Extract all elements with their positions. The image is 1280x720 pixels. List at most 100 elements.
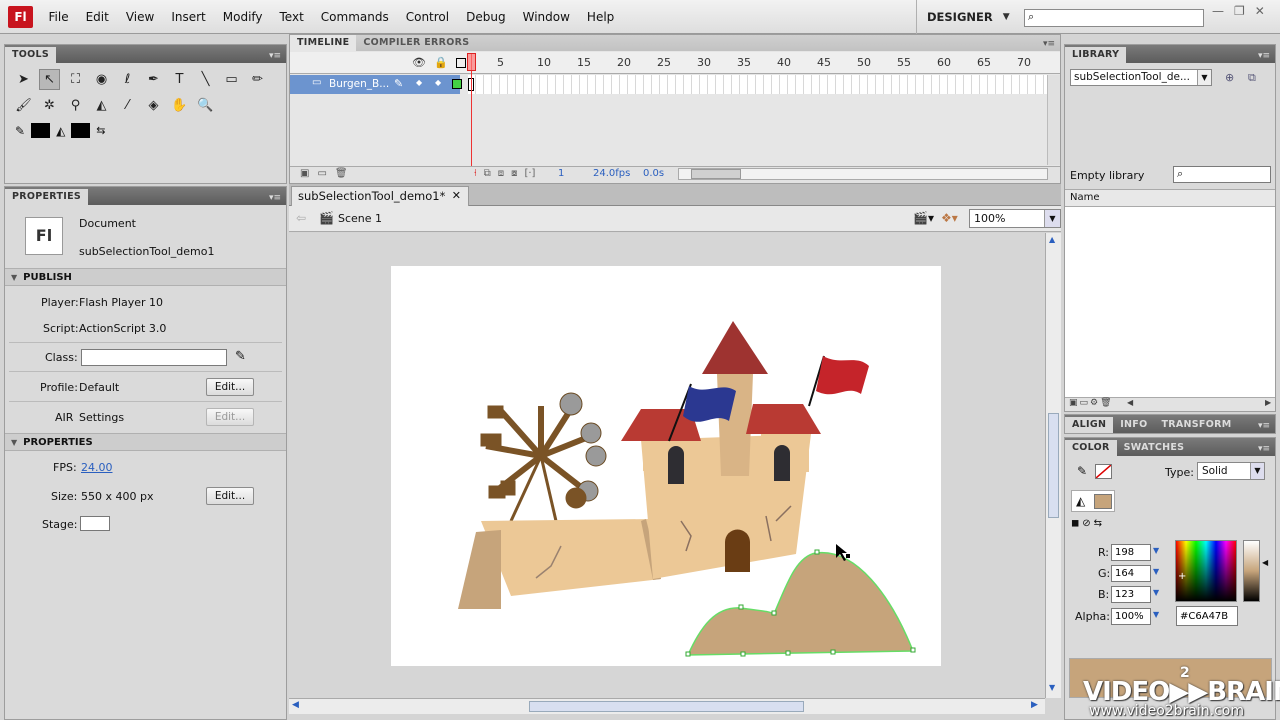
profile-edit-button[interactable]: Edit... bbox=[206, 378, 254, 396]
scene-label[interactable]: Scene 1 bbox=[338, 212, 382, 225]
castle-artwork[interactable] bbox=[391, 266, 941, 666]
class-input[interactable] bbox=[81, 349, 227, 366]
fps-value[interactable]: 24.00 bbox=[81, 461, 113, 474]
zoom-tool-icon[interactable]: 🔍 bbox=[195, 95, 216, 116]
brightness-slider[interactable] bbox=[1243, 540, 1260, 602]
air-edit-button[interactable]: Edit... bbox=[206, 408, 254, 426]
panel-menu-icon[interactable]: ▾≡ bbox=[1253, 442, 1275, 456]
scroll-thumb[interactable] bbox=[1048, 413, 1059, 518]
current-frame[interactable]: 1 bbox=[558, 168, 564, 179]
close-button[interactable]: ✕ bbox=[1255, 4, 1265, 18]
lock-dot[interactable]: ◆ bbox=[435, 78, 441, 87]
close-tab-icon[interactable]: ✕ bbox=[452, 187, 461, 205]
menu-edit[interactable]: Edit bbox=[77, 10, 117, 24]
tab-align[interactable]: ALIGN bbox=[1065, 417, 1114, 433]
pen-tool-icon[interactable]: ✒ bbox=[143, 69, 164, 90]
properties-section-header[interactable]: ▼ PROPERTIES bbox=[5, 433, 286, 451]
chevron-down-icon[interactable]: ▼ bbox=[1153, 610, 1159, 619]
swap-colors-icon[interactable]: ⇆ bbox=[96, 124, 105, 137]
scroll-thumb[interactable] bbox=[529, 701, 804, 712]
minimize-button[interactable]: — bbox=[1212, 4, 1224, 18]
zoom-select[interactable]: 100% ▼ bbox=[969, 209, 1061, 228]
menu-control[interactable]: Control bbox=[397, 10, 457, 24]
library-document-select[interactable]: subSelectionTool_de... ▼ bbox=[1070, 69, 1212, 86]
stroke-none-swatch[interactable] bbox=[1095, 464, 1112, 479]
restore-button[interactable]: ❐ bbox=[1234, 4, 1245, 18]
tab-color[interactable]: COLOR bbox=[1065, 440, 1117, 456]
delete-layer-icon[interactable]: 🗑 bbox=[335, 168, 348, 179]
blue-input[interactable] bbox=[1111, 586, 1151, 603]
tab-info[interactable]: INFO bbox=[1113, 417, 1154, 433]
stroke-color-swatch[interactable] bbox=[31, 123, 51, 138]
chevron-down-icon[interactable]: ▼ bbox=[1153, 588, 1159, 597]
visibility-dot[interactable]: ◆ bbox=[416, 78, 422, 87]
panel-menu-icon[interactable]: ▾≡ bbox=[264, 191, 286, 205]
size-edit-button[interactable]: Edit... bbox=[206, 487, 254, 505]
stage-vscrollbar[interactable]: ▲ ▼ bbox=[1045, 233, 1061, 698]
selection-tool-icon[interactable]: ➤ bbox=[13, 69, 34, 90]
tab-transform[interactable]: TRANSFORM bbox=[1154, 417, 1238, 433]
eye-icon[interactable]: 👁 bbox=[412, 56, 426, 69]
document-tab[interactable]: subSelectionTool_demo1* ✕ bbox=[291, 186, 469, 206]
chevron-down-icon[interactable]: ▼ bbox=[1153, 546, 1159, 555]
timeline-vscrollbar[interactable] bbox=[1047, 75, 1060, 165]
menu-help[interactable]: Help bbox=[578, 10, 622, 24]
3d-rotation-tool-icon[interactable]: ◉ bbox=[91, 69, 112, 90]
onion-outline-icon[interactable]: ⧈ bbox=[498, 168, 504, 179]
center-frame-icon[interactable]: ⍿ bbox=[474, 168, 477, 179]
stage-color-swatch[interactable] bbox=[80, 516, 110, 531]
hex-input[interactable] bbox=[1176, 606, 1238, 626]
panel-menu-icon[interactable]: ▾≡ bbox=[264, 49, 286, 63]
pin-library-icon[interactable]: ⊕ bbox=[1225, 71, 1234, 84]
help-search-input[interactable]: ⌕ bbox=[1024, 9, 1204, 27]
chevron-down-icon[interactable]: ▼ bbox=[1153, 567, 1159, 576]
deco-tool-icon[interactable]: ✲ bbox=[39, 95, 60, 116]
back-arrow-icon[interactable]: ⇦ bbox=[296, 211, 306, 225]
scroll-left-icon[interactable]: ◀ bbox=[292, 700, 299, 710]
scroll-right-icon[interactable]: ▶ bbox=[1031, 700, 1038, 710]
edit-class-pencil-icon[interactable]: ✎ bbox=[235, 349, 246, 364]
menu-modify[interactable]: Modify bbox=[214, 10, 271, 24]
menu-commands[interactable]: Commands bbox=[312, 10, 397, 24]
fill-color-swatch[interactable] bbox=[1094, 494, 1112, 509]
subselection-tool-icon[interactable]: ↖ bbox=[39, 69, 60, 90]
menu-view[interactable]: View bbox=[117, 10, 162, 24]
new-folder-icon[interactable]: ▭ bbox=[317, 168, 326, 179]
playhead[interactable] bbox=[467, 53, 476, 71]
workspace-switcher[interactable]: DESIGNER ▼ bbox=[916, 0, 1020, 34]
library-search-input[interactable] bbox=[1173, 166, 1271, 183]
menu-text[interactable]: Text bbox=[271, 10, 312, 24]
scroll-down-icon[interactable]: ▼ bbox=[1049, 683, 1055, 692]
rectangle-tool-icon[interactable]: ▭ bbox=[221, 69, 242, 90]
library-column-header[interactable]: Name bbox=[1065, 189, 1275, 207]
paint-bucket-tool-icon[interactable]: ◭ bbox=[91, 95, 112, 116]
pencil-tool-icon[interactable]: ✏ bbox=[247, 69, 268, 90]
panel-menu-icon[interactable]: ▾≡ bbox=[1253, 419, 1275, 433]
menu-debug[interactable]: Debug bbox=[458, 10, 514, 24]
eyedropper-tool-icon[interactable]: ⁄ bbox=[117, 95, 138, 116]
publish-section-header[interactable]: ▼ PUBLISH bbox=[5, 268, 286, 286]
layer-row-burgen[interactable]: ▭ Burgen_B... ✎ ◆ ◆ bbox=[290, 75, 462, 94]
menu-insert[interactable]: Insert bbox=[163, 10, 214, 24]
alpha-input[interactable] bbox=[1111, 608, 1151, 625]
scroll-thumb[interactable] bbox=[691, 169, 741, 179]
timeline-hscrollbar[interactable] bbox=[678, 168, 1048, 180]
fill-color-well[interactable]: ◭ bbox=[1071, 490, 1115, 512]
brush-tool-icon[interactable]: 🖌 bbox=[13, 95, 34, 116]
layer-outline-color[interactable] bbox=[452, 79, 462, 89]
modify-markers-icon[interactable]: [·] bbox=[524, 168, 535, 179]
eraser-tool-icon[interactable]: ◈ bbox=[143, 95, 164, 116]
panel-menu-icon[interactable]: ▾≡ bbox=[1038, 37, 1060, 51]
menu-file[interactable]: File bbox=[40, 10, 77, 24]
menu-window[interactable]: Window bbox=[514, 10, 578, 24]
bone-tool-icon[interactable]: ⚲ bbox=[65, 95, 86, 116]
scroll-up-icon[interactable]: ▲ bbox=[1049, 235, 1055, 244]
tab-compiler-errors[interactable]: COMPILER ERRORS bbox=[356, 35, 476, 51]
fill-color-swatch[interactable] bbox=[71, 123, 91, 138]
frame-track[interactable] bbox=[468, 75, 1048, 94]
green-input[interactable] bbox=[1111, 565, 1151, 582]
free-transform-tool-icon[interactable]: ⛶ bbox=[65, 69, 86, 90]
edit-multiple-icon[interactable]: ⧇ bbox=[511, 168, 517, 179]
new-library-panel-icon[interactable]: ⧉ bbox=[1248, 71, 1256, 85]
frame-rate[interactable]: 24.0fps bbox=[593, 168, 630, 179]
